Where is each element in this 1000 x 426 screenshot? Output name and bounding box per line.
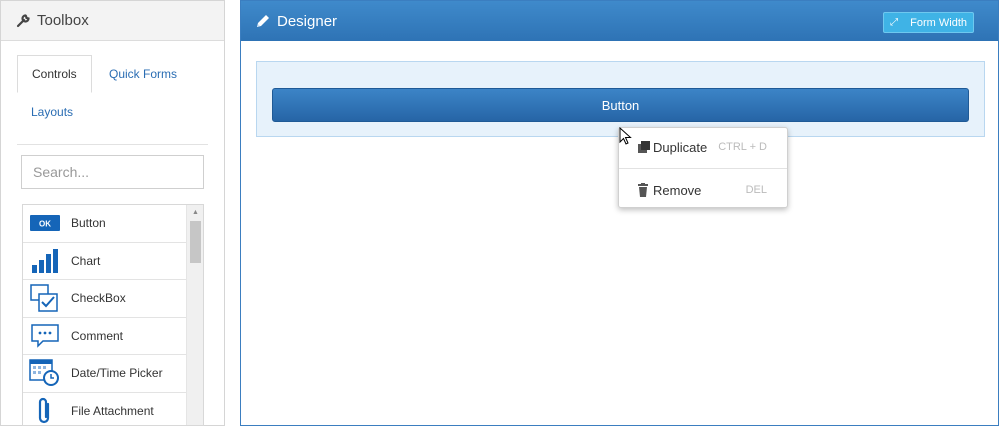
search-input[interactable] <box>21 155 204 189</box>
calendar-clock-icon <box>27 358 63 388</box>
resize-arrows-icon: ⤢ <box>890 17 899 28</box>
menu-item-label: Duplicate <box>653 139 708 155</box>
menu-item-duplicate[interactable]: Duplicate CTRL + D <box>619 128 787 166</box>
toolbox-tabs: Controls Quick Forms Layouts <box>17 55 208 145</box>
control-item-chart[interactable]: Chart <box>23 243 187 280</box>
designer-header: Designer ⤢ Form Width <box>241 1 998 41</box>
form-row-drop-zone[interactable]: Button <box>256 61 985 137</box>
form-width-label: Form Width <box>910 16 967 29</box>
pencil-icon <box>255 12 273 30</box>
control-item-comment[interactable]: Comment <box>23 318 187 355</box>
svg-text:OK: OK <box>39 220 51 229</box>
mouse-cursor-icon <box>619 127 632 145</box>
designer-title: Designer <box>277 12 338 30</box>
menu-item-remove[interactable]: Remove DEL <box>619 171 787 209</box>
control-list-scrollbar[interactable]: ▲ <box>186 205 203 425</box>
context-menu: Duplicate CTRL + D Remove DEL <box>618 127 788 208</box>
wrench-icon <box>15 12 33 30</box>
scroll-up-icon[interactable]: ▲ <box>187 205 203 219</box>
menu-item-shortcut: DEL <box>745 184 767 196</box>
control-item-datetime-picker[interactable]: Date/Time Picker <box>23 355 187 393</box>
control-label: File Attachment <box>71 403 154 418</box>
control-label: Date/Time Picker <box>71 366 163 381</box>
designer-panel: Designer ⤢ Form Width Button <box>240 0 999 426</box>
form-width-button[interactable]: ⤢ Form Width <box>883 12 974 33</box>
tab-controls[interactable]: Controls <box>17 55 92 93</box>
comment-icon <box>27 321 63 351</box>
ok-button-icon: OK <box>27 208 63 238</box>
trash-icon <box>637 183 651 197</box>
control-label: Button <box>71 216 106 231</box>
form-button-control[interactable]: Button <box>272 88 969 122</box>
scroll-thumb[interactable] <box>190 221 201 263</box>
toolbox-header: Toolbox <box>1 1 224 41</box>
control-item-file-attachment[interactable]: File Attachment <box>23 393 187 426</box>
toolbox-title: Toolbox <box>37 12 89 29</box>
control-item-checkbox[interactable]: CheckBox <box>23 280 187 318</box>
bar-chart-icon <box>27 246 63 276</box>
tab-layouts[interactable]: Layouts <box>17 93 87 131</box>
control-label: CheckBox <box>71 291 126 306</box>
checkbox-icon <box>27 283 63 313</box>
control-label: Comment <box>71 328 124 343</box>
menu-divider <box>619 168 787 169</box>
menu-item-label: Remove <box>653 182 702 198</box>
control-label: Chart <box>71 253 101 268</box>
tab-quick-forms[interactable]: Quick Forms <box>95 55 191 93</box>
control-item-button[interactable]: OK Button <box>23 205 187 243</box>
control-list: OK Button Chart CheckBox Comment Date/Ti… <box>22 204 204 426</box>
menu-item-shortcut: CTRL + D <box>718 141 767 153</box>
paperclip-icon <box>27 396 63 425</box>
duplicate-icon <box>637 140 651 154</box>
